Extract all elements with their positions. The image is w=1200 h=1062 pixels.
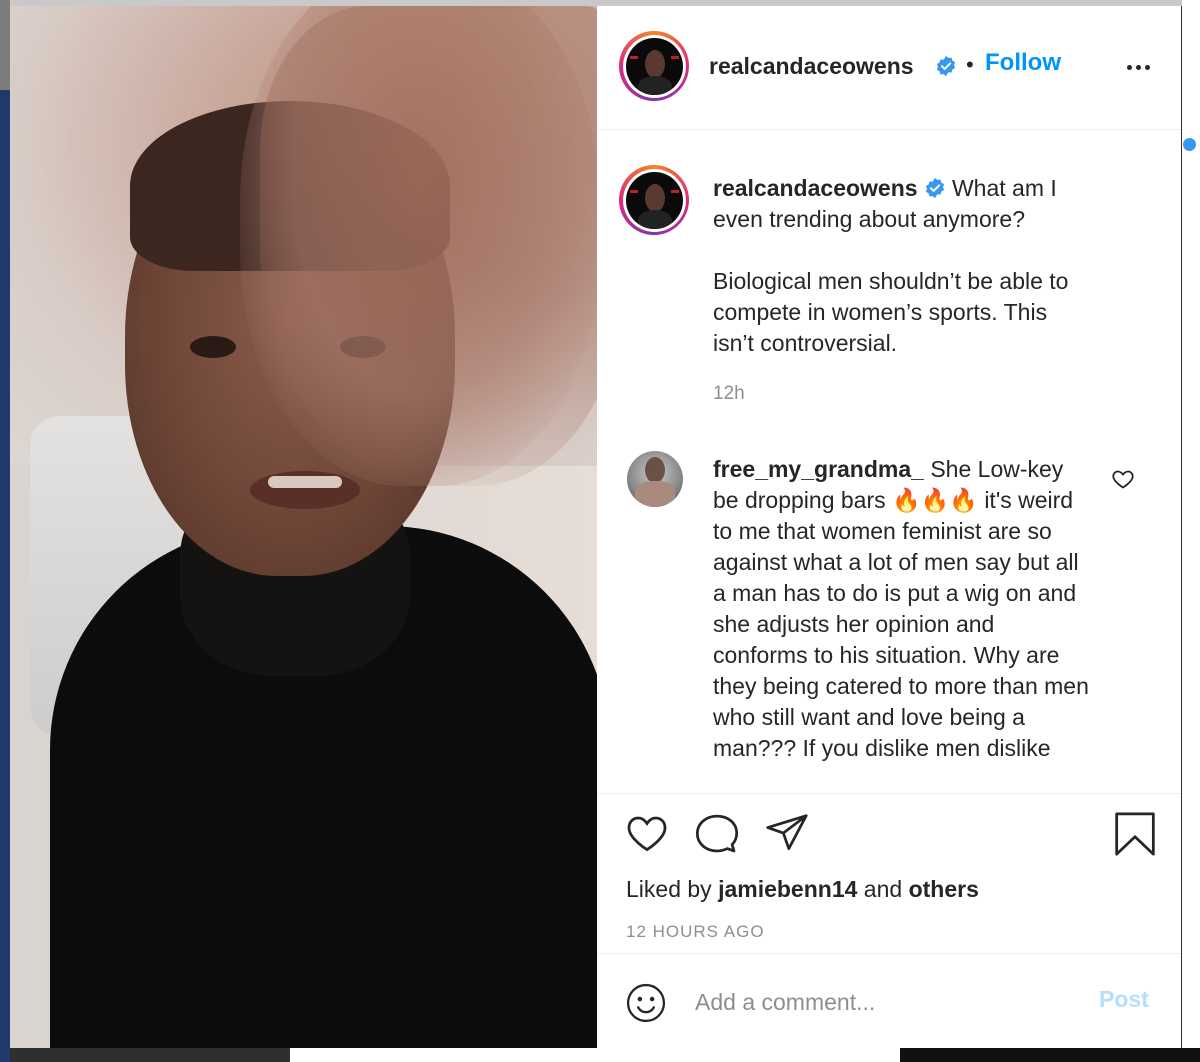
caption-avatar-tag-right <box>670 189 679 193</box>
comment-username[interactable]: free_my_grandma_ <box>713 456 924 482</box>
liked-by-text: Liked by jamiebenn14 and others <box>626 876 979 903</box>
liked-by-conjunction: and <box>863 876 903 902</box>
caption-line-2: Biological men shouldn’t be able to comp… <box>713 268 1069 356</box>
commenter-avatar-face <box>645 457 665 483</box>
author-username[interactable]: realcandaceowens <box>709 53 914 80</box>
backdrop-right-edge <box>1182 0 1200 1062</box>
avatar-tag-right <box>670 55 679 59</box>
backdrop-verified-dot <box>1183 138 1196 151</box>
backdrop-left-edge <box>0 0 10 1062</box>
caption-time[interactable]: 12h <box>713 383 745 405</box>
caption-verified-badge-icon <box>925 177 944 199</box>
post-actions: Liked by jamiebenn14 and others 12 HOURS… <box>597 793 1181 953</box>
caption-avatar-shoulders <box>637 209 672 229</box>
add-comment-bar: Post <box>597 953 1181 1048</box>
video-hand-overlay <box>260 6 597 486</box>
author-avatar[interactable] <box>619 31 689 101</box>
post-timestamp[interactable]: 12 HOURS AGO <box>626 922 765 942</box>
liked-by-prefix: Liked by <box>626 876 712 902</box>
comment-like-heart-icon[interactable] <box>1111 467 1135 491</box>
post-side-panel: realcandaceowens • Follow realcandaceowe… <box>597 6 1181 1048</box>
comment-bubble-icon[interactable] <box>695 812 739 856</box>
liked-by-user[interactable]: jamiebenn14 <box>718 876 857 902</box>
commenter-avatar-body <box>635 481 675 507</box>
more-options-icon[interactable] <box>1123 52 1153 82</box>
backdrop-bottom-right <box>900 1048 1200 1062</box>
verified-badge-icon <box>936 55 956 77</box>
liked-by-others[interactable]: others <box>909 876 979 902</box>
comment-input[interactable] <box>695 982 1075 1022</box>
avatar-shoulders <box>637 75 672 95</box>
caption-avatar-tag-left <box>629 189 638 193</box>
video-person-eye-left <box>190 336 236 358</box>
comment-item: free_my_grandma_ She Low-key be dropping… <box>713 454 1093 764</box>
bookmark-icon[interactable] <box>1113 812 1157 856</box>
backdrop-left-edge-top <box>0 0 10 90</box>
video-person-teeth <box>268 476 342 488</box>
follow-button[interactable]: Follow <box>985 49 1061 77</box>
paper-plane-icon[interactable] <box>765 812 809 856</box>
avatar-tag-left <box>629 55 638 59</box>
heart-icon[interactable] <box>625 812 669 856</box>
commenter-avatar[interactable] <box>627 451 683 507</box>
caption-author-avatar[interactable] <box>619 165 689 235</box>
post-caption: realcandaceowens What am I even trending… <box>713 173 1093 359</box>
post-video[interactable] <box>10 6 597 1048</box>
backdrop-bottom-text-area <box>290 1048 900 1062</box>
post-header: realcandaceowens • Follow <box>597 6 1181 130</box>
comments-list[interactable]: realcandaceowens What am I even trending… <box>597 131 1181 793</box>
emoji-smile-icon[interactable] <box>625 982 667 1024</box>
header-separator: • <box>966 52 974 77</box>
avatar-face <box>644 49 665 78</box>
comment-text: She Low-key be dropping bars 🔥🔥🔥 it's we… <box>713 456 1089 761</box>
caption-username[interactable]: realcandaceowens <box>713 175 918 201</box>
post-comment-button[interactable]: Post <box>1099 986 1149 1013</box>
caption-avatar-face <box>644 183 665 212</box>
